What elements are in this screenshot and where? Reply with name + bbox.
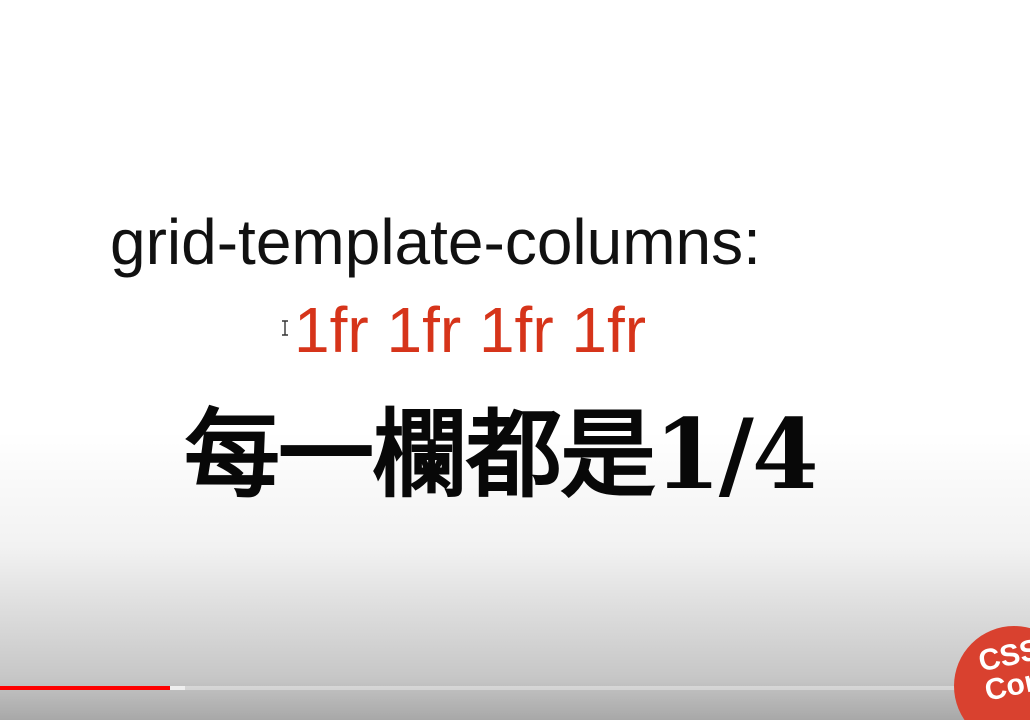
channel-watermark-logo[interactable]: CSS Con [954, 626, 1030, 720]
text-cursor-icon [282, 320, 288, 336]
video-progress-bar[interactable] [0, 686, 1030, 690]
slide-code-value: 1fr 1fr 1fr 1fr [294, 294, 647, 366]
slide-code-line: grid-template-columns: [110, 206, 761, 278]
slide-caption: 每一欄都是1/4 [184, 398, 819, 511]
video-frame[interactable]: grid-template-columns: 1fr 1fr 1fr 1fr 每… [0, 0, 1030, 720]
channel-watermark-text: CSS Con [975, 633, 1030, 708]
video-progress-played [0, 686, 170, 690]
